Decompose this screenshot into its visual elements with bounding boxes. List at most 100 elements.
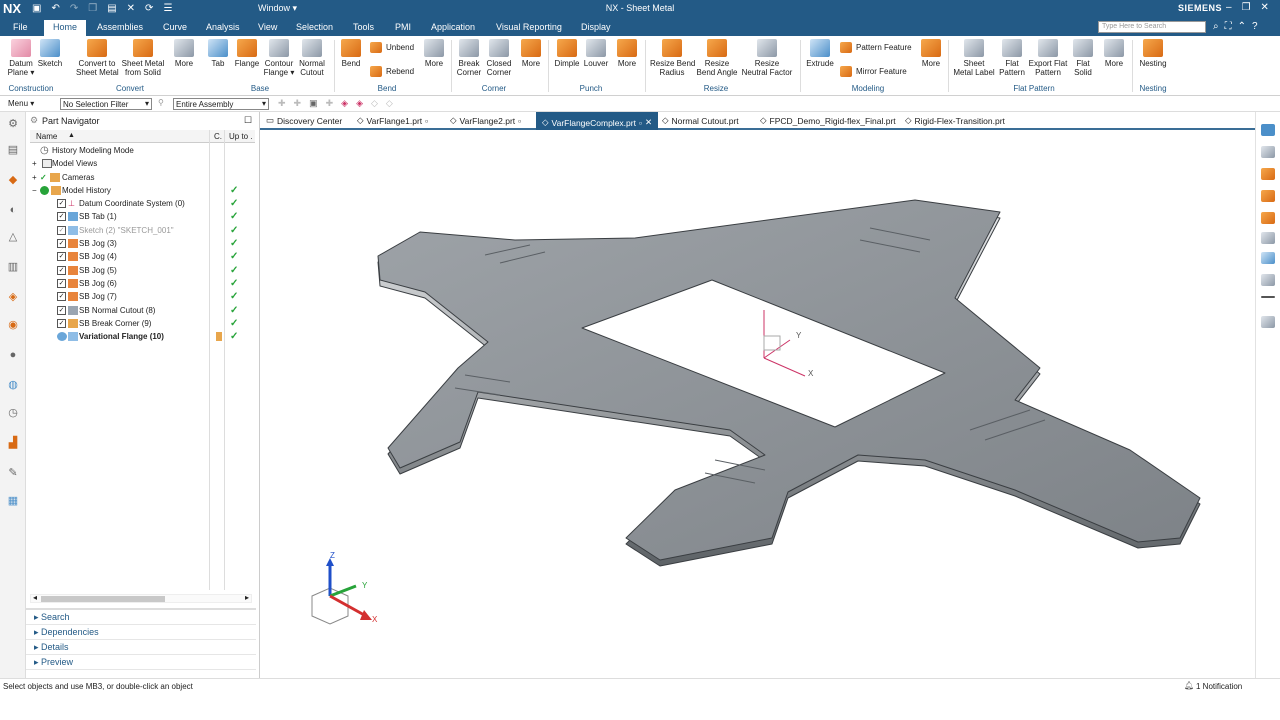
visibility-checkbox[interactable]: ✓ — [57, 266, 66, 275]
sheet-metal-label-button[interactable]: Sheet Metal Label — [952, 39, 996, 77]
resize-neutral-factor-button[interactable]: Resize Neutral Factor — [741, 39, 793, 77]
tree-row-feature[interactable]: ✓ SB Tab (1) ✓ — [30, 210, 255, 223]
tab-analysis[interactable]: Analysis — [206, 22, 240, 32]
expand-icon[interactable]: + — [32, 157, 37, 170]
resize-bend-radius-button[interactable]: Resize Bend Radius — [650, 39, 695, 77]
shaded-icon[interactable] — [1261, 190, 1275, 202]
louver-button[interactable]: Louver — [582, 39, 610, 68]
tools-icon[interactable]: ✎ — [6, 466, 20, 480]
modeling-more-button[interactable]: More — [919, 39, 943, 68]
sketch-button[interactable]: Sketch — [37, 39, 63, 68]
tree-row-cameras[interactable]: + ✓ Cameras — [30, 171, 255, 184]
tab-varflangecomplex[interactable]: ◇ VarFlangeComplex.prt ▫ ✕ — [536, 112, 659, 130]
layout-icon[interactable]: ▦ — [6, 494, 20, 508]
flat-solid-button[interactable]: Flat Solid — [1070, 39, 1096, 77]
convert-more-button[interactable]: More — [172, 39, 196, 68]
column-name[interactable]: Name — [36, 132, 57, 141]
tree-row-model-views[interactable]: + Model Views — [30, 157, 255, 170]
tab-discovery-center[interactable]: ▭ Discovery Center — [266, 115, 342, 126]
bell-icon[interactable]: 🔔︎ — [1184, 681, 1194, 690]
sort-icon[interactable]: ▲ — [68, 132, 75, 139]
horizontal-scrollbar[interactable]: ◂ ▸ — [30, 593, 252, 603]
rotate-icon[interactable] — [1261, 146, 1275, 158]
tab-pmi[interactable]: PMI — [395, 22, 411, 32]
visibility-checkbox[interactable]: ✓ — [57, 292, 66, 301]
tab-close-icon[interactable]: ✕ — [645, 117, 652, 128]
group-base[interactable]: Base — [230, 84, 290, 93]
section-dependencies[interactable]: ▸ Dependencies — [26, 625, 256, 640]
group-modeling[interactable]: Modeling — [838, 84, 898, 93]
visibility-checkbox[interactable]: ✓ — [57, 226, 66, 235]
tree-row-history-mode[interactable]: ◷ History Modeling Mode — [30, 144, 255, 157]
flange-button[interactable]: Flange — [233, 39, 261, 68]
snap-icon[interactable]: ◇ — [386, 98, 393, 109]
hide-icon[interactable] — [1261, 316, 1275, 328]
fit-icon[interactable] — [1261, 124, 1275, 136]
bend-more-button[interactable]: More — [423, 39, 445, 68]
nesting-button[interactable]: Nesting — [1136, 39, 1170, 68]
render-style-icon[interactable] — [1261, 168, 1275, 180]
restore-icon[interactable]: ❐ — [1242, 2, 1251, 13]
fullscreen-icon[interactable]: ⛶ — [1225, 21, 1232, 32]
tab-rigid-flex-transition[interactable]: ◇ Rigid-Flex-Transition.prt — [905, 115, 1005, 126]
maximize-panel-icon[interactable]: ☐ — [244, 115, 252, 126]
section-preview[interactable]: ▸ Preview — [26, 655, 256, 670]
datum-plane-button[interactable]: Datum Plane ▾ — [5, 39, 37, 77]
visibility-checkbox[interactable]: ✓ — [57, 279, 66, 288]
tree-row-feature[interactable]: ✓ SB Jog (3) ✓ — [30, 237, 255, 250]
tab-fpcd-demo[interactable]: ◇ FPCD_Demo_Rigid-flex_Final.prt — [760, 115, 896, 126]
roles-icon[interactable]: ◉ — [6, 318, 20, 332]
select-icon[interactable]: ▣ — [309, 98, 318, 109]
snap-icon[interactable]: ✚ — [294, 98, 302, 109]
visibility-checkbox[interactable]: ✓ — [57, 306, 66, 315]
filter-icon[interactable]: ⚲ — [158, 98, 164, 107]
tree-row-feature[interactable]: ✓ Sketch (2) "SKETCH_001" ✓ — [30, 224, 255, 237]
visibility-checkbox[interactable]: ✓ — [57, 212, 66, 221]
scroll-right-icon[interactable]: ▸ — [245, 593, 249, 602]
export-flat-pattern-button[interactable]: Export Flat Pattern — [1027, 39, 1069, 77]
expand-icon[interactable]: + — [32, 171, 37, 184]
section-search[interactable]: ▸ Search — [26, 610, 256, 625]
tree-row-model-history[interactable]: − Model History ✓ — [30, 184, 255, 197]
tab-curve[interactable]: Curve — [163, 22, 187, 32]
tree-row-feature[interactable]: ✓ SB Break Corner (9) ✓ — [30, 317, 255, 330]
tab-button[interactable]: Tab — [208, 39, 228, 68]
snap-icon[interactable]: ◇ — [371, 98, 378, 109]
group-resize[interactable]: Resize — [686, 84, 746, 93]
snap-icon[interactable]: ✚ — [326, 98, 334, 109]
graphics-window[interactable]: Y X Z Y X — [260, 130, 1255, 678]
tree-row-feature[interactable]: ✓ SB Jog (7) ✓ — [30, 290, 255, 303]
pattern-feature-button[interactable]: Pattern Feature — [840, 42, 912, 53]
history-icon[interactable]: ◈ — [6, 290, 20, 304]
tab-varflange2[interactable]: ◇ VarFlange2.prt ▫ — [450, 115, 521, 126]
notification-count[interactable]: 1 Notification — [1196, 682, 1242, 691]
scroll-left-icon[interactable]: ◂ — [33, 593, 37, 602]
tree-row-feature[interactable]: ✓ SB Normal Cutout (8) ✓ — [30, 304, 255, 317]
visibility-checkbox[interactable]: ✓ — [57, 239, 66, 248]
settings-icon[interactable]: ⚙ — [6, 117, 20, 131]
column-up-to[interactable]: Up to . — [229, 132, 253, 141]
group-flat-pattern[interactable]: Flat Pattern — [1004, 84, 1064, 93]
corner-more-button[interactable]: More — [519, 39, 543, 68]
menu-button[interactable]: Menu ▾ — [8, 99, 34, 108]
tab-varflange1[interactable]: ◇ VarFlange1.prt ▫ — [357, 115, 428, 126]
resize-bend-angle-button[interactable]: Resize Bend Angle — [696, 39, 738, 77]
tab-display[interactable]: Display — [581, 22, 611, 32]
layer-icon[interactable] — [1261, 274, 1275, 286]
group-nesting[interactable]: Nesting — [1128, 84, 1178, 93]
view-triad[interactable] — [311, 558, 372, 625]
shaded-edges-icon[interactable] — [1261, 212, 1275, 224]
tab-selection[interactable]: Selection — [296, 22, 333, 32]
search-icon[interactable]: ⌕ — [1213, 21, 1219, 32]
dimple-button[interactable]: Dimple — [553, 39, 581, 68]
clock-icon[interactable]: ◷ — [6, 406, 20, 420]
unbend-button[interactable]: Unbend — [370, 42, 414, 53]
tree-row-feature[interactable]: ✓ SB Jog (5) ✓ — [30, 264, 255, 277]
visibility-checkbox[interactable]: ✓ — [57, 252, 66, 261]
command-search-input[interactable]: Type Here to Search — [1098, 21, 1206, 33]
closed-corner-button[interactable]: Closed Corner — [485, 39, 513, 77]
collapse-ribbon-icon[interactable]: ⌃ — [1238, 21, 1246, 32]
tree-row-feature[interactable]: ✓ SB Jog (4) ✓ — [30, 250, 255, 263]
tab-normal-cutout[interactable]: ◇ Normal Cutout.prt — [662, 115, 739, 126]
tab-pin-icon[interactable]: ▫ — [639, 118, 642, 128]
